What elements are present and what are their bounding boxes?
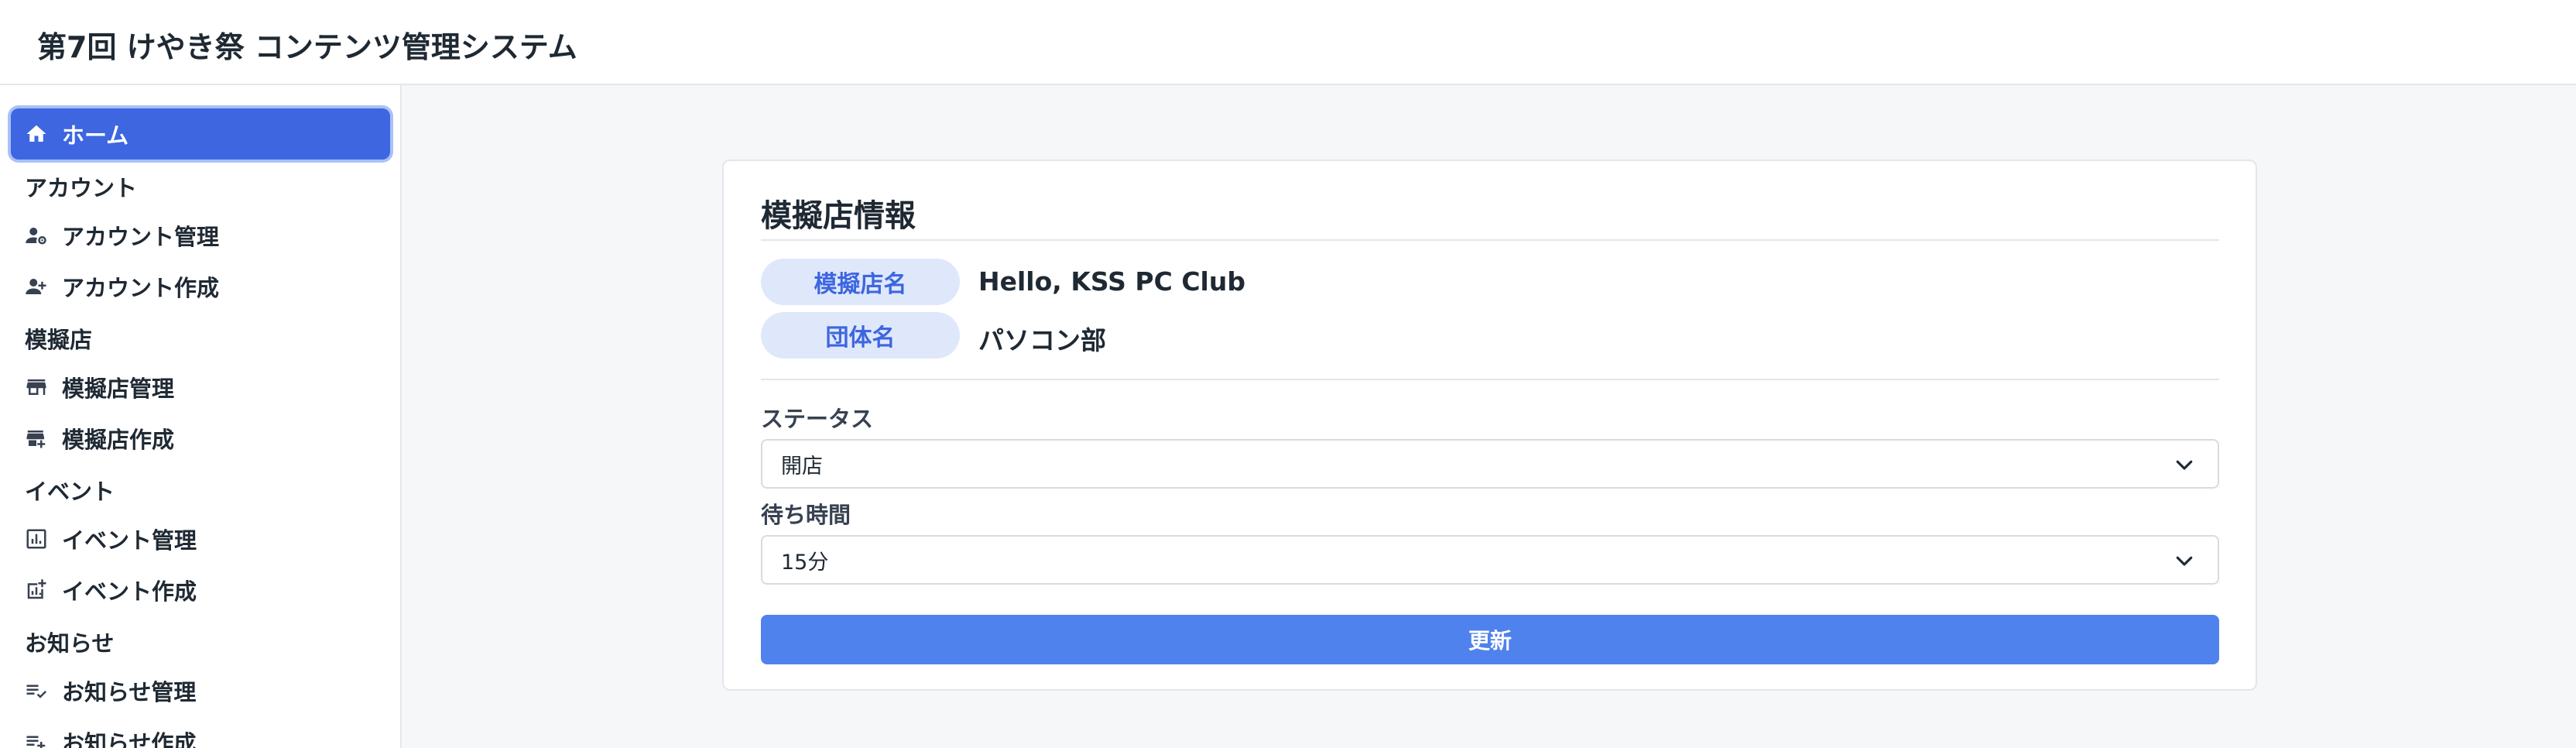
chart-icon: [25, 527, 48, 551]
account-add-icon: [25, 275, 48, 298]
section-event: イベント: [25, 479, 115, 505]
store-add-icon: [25, 427, 48, 450]
section-shop: 模擬店: [25, 327, 93, 353]
sidebar-item-news-manage[interactable]: お知らせ管理: [11, 665, 390, 716]
group-name-label: 団体名: [761, 312, 960, 359]
sidebar-item-label: イベント管理: [62, 527, 197, 554]
shop-name-value: Hello, KSS PC Club: [978, 266, 1245, 297]
sidebar-item-shop-manage[interactable]: 模擬店管理: [11, 362, 390, 413]
sidebar-item-shop-create[interactable]: 模擬店作成: [11, 413, 390, 464]
sidebar-item-label: お知らせ作成: [62, 730, 197, 748]
update-button[interactable]: 更新: [761, 615, 2219, 664]
home-icon: [25, 122, 48, 146]
sidebar-item-label: アカウント作成: [62, 275, 220, 301]
sidebar-item-event-create[interactable]: イベント作成: [11, 564, 390, 616]
card-title: 模擬店情報: [761, 198, 916, 234]
sidebar-item-label: イベント作成: [62, 578, 197, 605]
account-manage-icon: [25, 224, 48, 247]
wait-time-select-value: 15分: [781, 550, 829, 575]
app-title: 第7回 けやき祭 コンテンツ管理システム: [37, 30, 577, 64]
chevron-down-icon: [2176, 460, 2193, 470]
list-check-icon: [25, 679, 48, 702]
section-account: アカウント: [25, 175, 138, 201]
app-header: 第7回 けやき祭 コンテンツ管理システム: [0, 0, 2576, 85]
sidebar-item-news-create[interactable]: お知らせ作成: [11, 716, 390, 748]
status-select-value: 開店: [781, 454, 823, 479]
sidebar: ホーム アカウント アカウント管理 アカウント作成 模擬店 模擬店管理 模擬店作…: [0, 85, 402, 748]
divider: [761, 239, 2219, 241]
sidebar-item-account-create[interactable]: アカウント作成: [11, 261, 390, 312]
wait-time-select[interactable]: 15分: [761, 535, 2219, 585]
chart-add-icon: [25, 578, 48, 602]
chevron-down-icon: [2176, 556, 2193, 566]
status-label: ステータス: [761, 406, 874, 432]
sidebar-item-label: 模擬店作成: [62, 427, 175, 453]
sidebar-item-label: お知らせ管理: [62, 679, 197, 705]
sidebar-item-label: 模擬店管理: [62, 376, 175, 402]
shop-name-label: 模擬店名: [761, 259, 960, 305]
status-select[interactable]: 開店: [761, 439, 2219, 489]
divider: [761, 379, 2219, 380]
sidebar-item-label: ホーム: [62, 122, 129, 149]
sidebar-item-label: アカウント管理: [62, 224, 220, 250]
sidebar-item-home[interactable]: ホーム: [11, 108, 390, 160]
shop-info-card: 模擬店情報 模擬店名 Hello, KSS PC Club 団体名 パソコン部 …: [722, 160, 2257, 691]
sidebar-item-event-manage[interactable]: イベント管理: [11, 513, 390, 564]
store-icon: [25, 376, 48, 399]
wait-time-label: 待ち時間: [761, 502, 851, 528]
section-news: お知らせ: [25, 630, 115, 657]
list-add-icon: [25, 730, 48, 748]
group-name-value: パソコン部: [978, 325, 1106, 355]
sidebar-item-account-manage[interactable]: アカウント管理: [11, 210, 390, 261]
